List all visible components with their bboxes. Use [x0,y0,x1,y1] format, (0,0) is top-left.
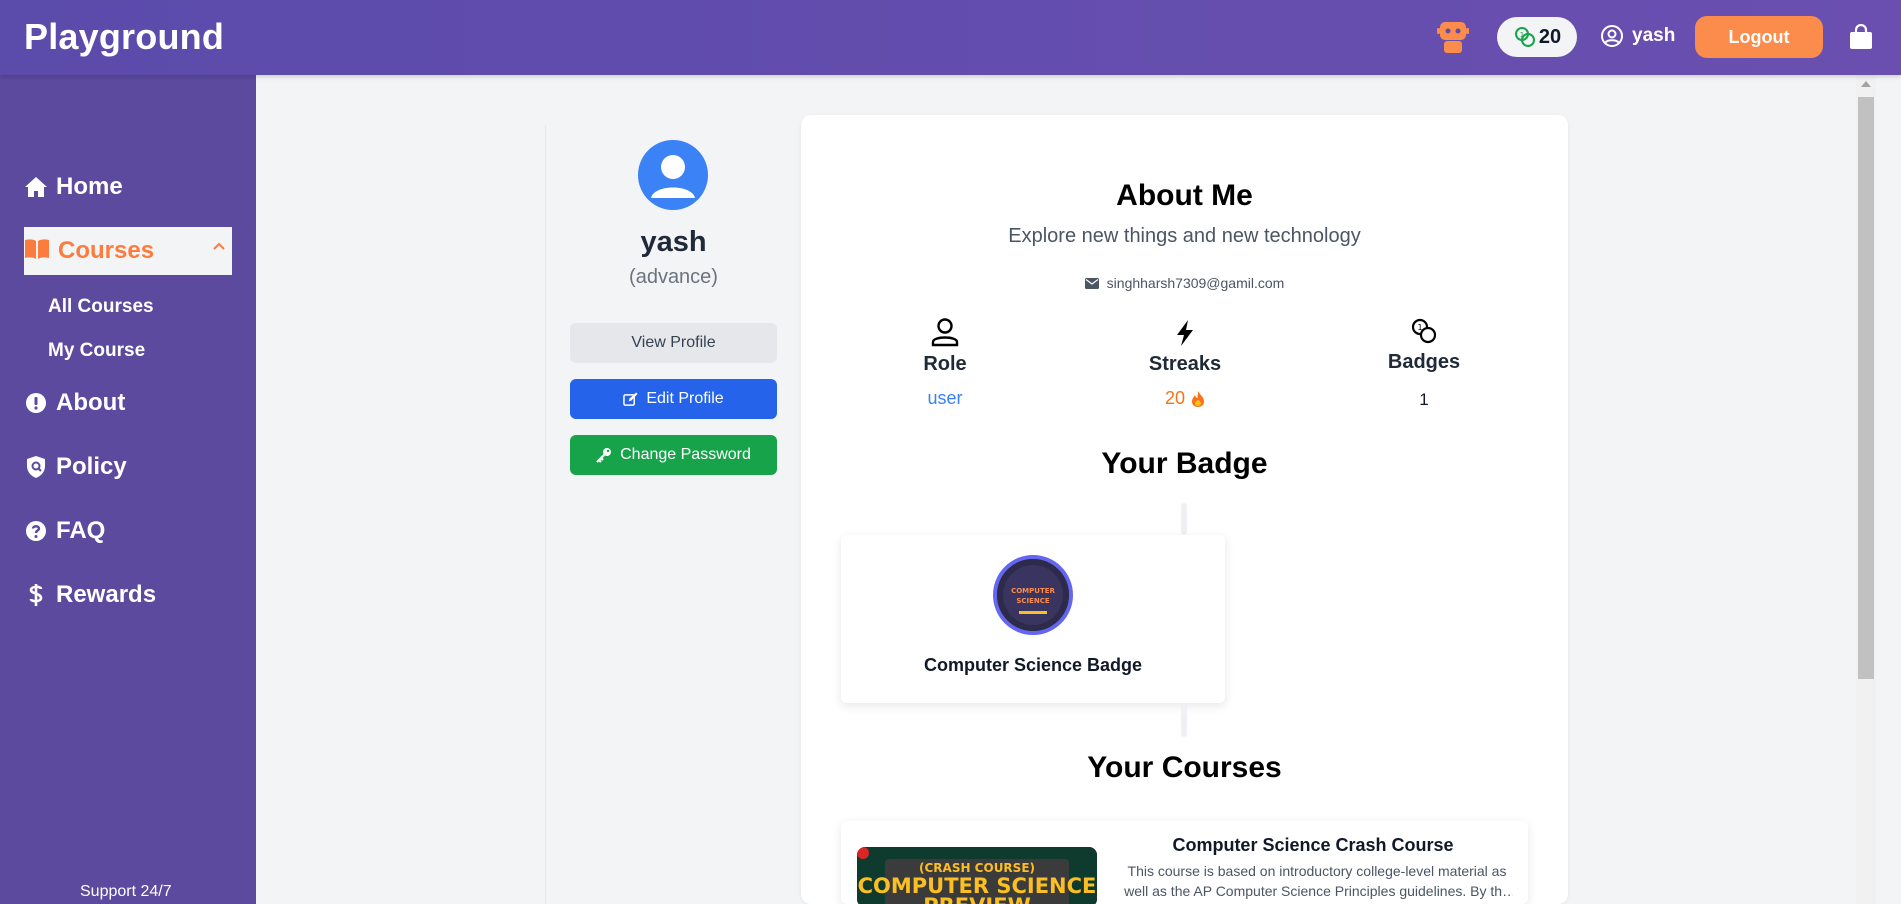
email-row: singhharsh7309@gamil.com [801,275,1568,291]
shield-icon [27,456,45,478]
streaks-label: Streaks [1148,353,1222,375]
dollar-icon [29,584,43,606]
badge-art-line1: COMPUTER [1011,587,1055,595]
sidebar-item-label: About [56,389,126,416]
coin-count: 20 [1538,25,1562,48]
role-value: user [927,388,963,408]
envelope-icon [1084,277,1099,289]
edit-icon [623,391,638,406]
home-icon [25,177,47,197]
stat-badges: 1 Badges 1 [1344,315,1504,410]
view-profile-button[interactable]: View Profile [570,323,777,363]
page-scrollbar[interactable] [1856,75,1876,904]
sidebar-item-label: Courses [58,237,155,264]
edit-profile-label: Edit Profile [646,390,724,407]
scroll-thumb[interactable] [1858,97,1874,679]
avatar [638,140,708,210]
coin-balance[interactable]: 1 20 [1497,17,1577,57]
lightning-icon [1177,320,1193,346]
sidebar-item-label: Home [56,173,123,200]
course-description: This course is based on introductory col… [1124,863,1510,899]
your-courses-title: Your Courses [1087,751,1282,784]
user-menu[interactable]: yash [1600,24,1675,48]
coins-icon: 1 [1411,318,1437,344]
sidebar-item-rewards[interactable]: Rewards [24,581,156,609]
robot-icon[interactable] [1437,20,1469,54]
badge-image: COMPUTER SCIENCE [993,555,1073,635]
sidebar-item-policy[interactable]: Policy [24,453,127,481]
exclamation-icon [26,393,46,413]
sidebar-item-label: Rewards [56,581,157,608]
sidebar-subitem-all-courses[interactable]: All Courses [48,296,154,318]
course-thumbnail-art: (CRASH COURSE) COMPUTER SCIENCE PREVIEW [857,847,1097,904]
coins-icon: 1 [1514,27,1535,47]
svg-text:1: 1 [1520,31,1524,39]
chevron-up-icon[interactable] [212,239,226,253]
badge-card[interactable]: COMPUTER SCIENCE Computer Science Badge [841,535,1225,703]
badge-name: Computer Science Badge [923,655,1143,675]
username-label: yash [1632,25,1676,46]
user-circle-icon [1601,25,1623,47]
badge-art-line2: SCIENCE [1016,597,1050,605]
profile-level: (advance) [629,266,718,288]
email-text: singhharsh7309@gamil.com [1106,275,1285,291]
brand-logo[interactable]: Playground [24,16,224,58]
badges-label: Badges [1387,351,1461,373]
about-main-card: About Me Explore new things and new tech… [801,115,1568,904]
top-header: Playground 1 20 yash Logout [0,0,1901,75]
role-label: Role [923,353,967,375]
user-icon [931,318,959,347]
key-icon [596,448,612,463]
sidebar-subitem-my-course[interactable]: My Course [48,340,145,362]
badge-art: COMPUTER SCIENCE [997,559,1069,631]
your-badge-title: Your Badge [1101,447,1268,480]
course-title[interactable]: Computer Science Crash Course [1113,835,1513,856]
about-title: About Me [1116,179,1253,212]
svg-text:1: 1 [1417,323,1422,332]
sidebar-item-about[interactable]: About [24,389,125,417]
sidebar-item-faq[interactable]: FAQ [24,517,105,545]
book-icon [25,238,49,259]
support-label[interactable]: Support 24/7 [80,883,172,901]
course-card[interactable]: (CRASH COURSE) COMPUTER SCIENCE PREVIEW … [841,821,1528,904]
badges-value: 1 [1419,390,1429,409]
thumb-line1: (CRASH COURSE) [919,861,1035,875]
view-profile-label: View Profile [631,334,716,351]
timeline-connector [1181,703,1187,737]
sidebar-item-courses[interactable]: Courses [24,227,232,275]
question-icon [26,521,46,541]
edit-profile-button[interactable]: Edit Profile [570,379,777,419]
profile-name: yash [640,226,707,258]
stat-role: Role user [865,315,1025,409]
course-thumbnail: (CRASH COURSE) COMPUTER SCIENCE PREVIEW [857,847,1097,904]
sidebar-item-home[interactable]: Home [24,173,123,201]
shopping-bag-icon[interactable] [1849,24,1873,50]
timeline-connector [1181,503,1187,535]
logout-button[interactable]: Logout [1695,16,1823,58]
profile-sidebar-card: yash (advance) View Profile Edit Profile… [545,125,800,904]
thumb-line3: PREVIEW [923,894,1030,904]
sidebar-item-label: Policy [56,453,127,480]
user-avatar-icon [651,155,695,198]
scroll-up-arrow-icon[interactable] [1861,81,1871,87]
sidebar-item-label: FAQ [56,517,106,544]
change-password-button[interactable]: Change Password [570,435,777,475]
sidebar: Home Courses All Courses My Course About [0,75,256,904]
streaks-value: 20 [1164,388,1186,408]
change-password-label: Change Password [620,446,751,463]
about-description: Explore new things and new technology [1008,225,1361,247]
fire-icon [1192,390,1205,407]
stat-streaks: Streaks 20 [1105,315,1265,409]
